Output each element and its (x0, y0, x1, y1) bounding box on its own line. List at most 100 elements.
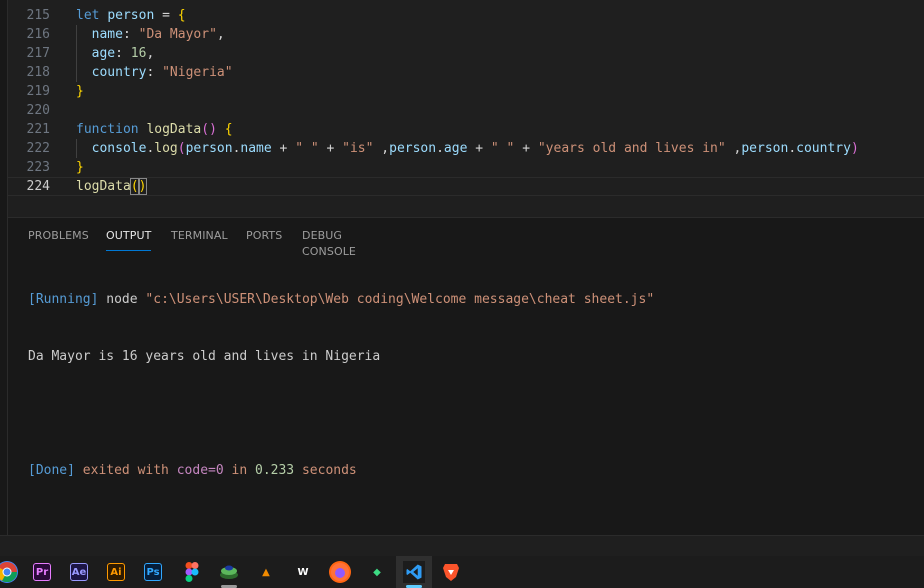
code-token: , (216, 27, 225, 42)
output-result-line: Da Mayor is 16 years old and lives in Ni… (28, 347, 654, 366)
indent-guide (76, 25, 77, 82)
word-icon[interactable]: W (292, 561, 314, 583)
line-code: age: 16, (76, 44, 155, 63)
code-token: ) (137, 178, 148, 195)
code-token: logData (146, 122, 202, 137)
line-number: 222 (26, 141, 50, 156)
code-token: , (725, 141, 742, 156)
code-token: " " (490, 141, 515, 156)
code-token: . (788, 141, 797, 156)
code-token: () (201, 122, 217, 137)
code-line[interactable]: 223} (8, 158, 924, 177)
line-number: 221 (26, 122, 50, 137)
code-token: + (514, 141, 538, 156)
code-token: , (373, 141, 390, 156)
tab-problems[interactable]: PROBLEMS (28, 228, 89, 250)
line-code: country: "Nigeria" (76, 63, 233, 82)
code-token: log (154, 141, 178, 156)
diamond-app-icon[interactable]: ◆ (366, 561, 388, 583)
code-token: } (76, 160, 84, 175)
line-number: 219 (26, 84, 50, 99)
line-number: 223 (26, 160, 50, 175)
running-tag: [Running] (28, 292, 99, 307)
line-code: logData() (76, 178, 148, 195)
code-line[interactable]: 222 console.log(person.name + " " + "is"… (8, 139, 924, 158)
done-time-value: 0.233 (255, 463, 295, 478)
code-token: let (76, 8, 100, 23)
code-token: : (122, 27, 139, 42)
line-code: console.log(person.name + " " + "is" ,pe… (76, 139, 859, 158)
code-line[interactable]: 215 let person = { (8, 6, 924, 25)
code-token: person (741, 141, 789, 156)
photoshop-icon[interactable]: Ps (144, 563, 162, 581)
chrome-icon[interactable] (0, 561, 18, 583)
tab-debug-console[interactable]: DEBUG CONSOLE (302, 228, 356, 258)
code-token: logData (76, 179, 131, 194)
brave-icon[interactable] (440, 561, 462, 583)
firefox-icon[interactable] (329, 561, 351, 583)
code-editor[interactable]: 215 let person = {216 name: "Da Mayor", 21… (8, 0, 924, 196)
line-code: let person = { (76, 6, 186, 25)
running-command: node (98, 292, 146, 307)
code-token: age (443, 141, 468, 156)
stack-icon[interactable] (218, 561, 240, 583)
activity-bar-edge (0, 0, 8, 535)
windows-taskbar: Pr Ae Ai Ps ▲ W ◆ (0, 556, 924, 588)
code-token: function (76, 122, 139, 137)
line-number: 216 (26, 27, 50, 42)
done-tag: [Done] (28, 463, 75, 478)
code-line[interactable]: 218 country: "Nigeria" (8, 63, 924, 82)
premiere-pro-icon[interactable]: Pr (33, 563, 51, 581)
output-blank-line (28, 404, 654, 423)
code-token: name (76, 27, 123, 42)
line-number: 218 (26, 65, 50, 80)
vlc-icon[interactable]: ▲ (255, 561, 277, 583)
code-token: person (185, 141, 233, 156)
code-line[interactable]: 219} (8, 82, 924, 101)
code-token: ( (129, 178, 140, 195)
code-token: 16 (130, 46, 147, 61)
code-token: country (76, 65, 147, 80)
code-token: " " (295, 141, 319, 156)
line-number: 217 (26, 46, 50, 61)
code-token: , (146, 46, 155, 61)
code-token: age (76, 46, 116, 61)
tab-ports[interactable]: PORTS (246, 228, 282, 250)
code-token: : (146, 65, 163, 80)
code-token: : (115, 46, 131, 61)
vscode-icon[interactable] (403, 561, 425, 583)
line-code: } (76, 82, 84, 101)
running-path: "c:\Users\USER\Desktop\Web coding\Welcom… (145, 292, 655, 307)
figma-icon[interactable] (181, 561, 203, 583)
line-number: 224 (26, 179, 50, 194)
code-token: + (467, 141, 491, 156)
after-effects-icon[interactable]: Ae (70, 563, 88, 581)
code-token: name (240, 141, 272, 156)
line-code: } (76, 158, 84, 177)
code-line[interactable]: 217 age: 16, (8, 44, 924, 63)
done-in-text: in (223, 463, 255, 478)
vscode-window: 215 let person = {216 name: "Da Mayor", 21… (0, 0, 924, 588)
result-text: Da Mayor is 16 years old and lives in Ni… (28, 349, 381, 364)
code-line[interactable]: 216 name: "Da Mayor", (8, 25, 924, 44)
status-area (0, 535, 924, 556)
tab-output[interactable]: OUTPUT (106, 228, 152, 251)
done-exit-code: code=0 (176, 463, 224, 478)
tab-terminal[interactable]: TERMINAL (171, 228, 228, 250)
code-token: + (318, 141, 343, 156)
code-token: console (76, 141, 147, 156)
code-line[interactable]: 220 (8, 101, 924, 120)
code-token: = (154, 8, 178, 23)
code-token: ) (850, 141, 859, 156)
output-content[interactable]: [Running] node "c:\Users\USER\Desktop\We… (28, 252, 654, 518)
code-token: } (76, 84, 84, 99)
illustrator-icon[interactable]: Ai (107, 563, 125, 581)
code-token: + (271, 141, 296, 156)
done-seconds-text: seconds (294, 463, 357, 478)
done-exited-text: exited with (74, 463, 177, 478)
code-line[interactable]: 224 logData() (8, 177, 924, 196)
code-line[interactable]: 221 function logData() { (8, 120, 924, 139)
line-code: function logData() { (76, 120, 233, 139)
code-token: . (436, 141, 444, 156)
